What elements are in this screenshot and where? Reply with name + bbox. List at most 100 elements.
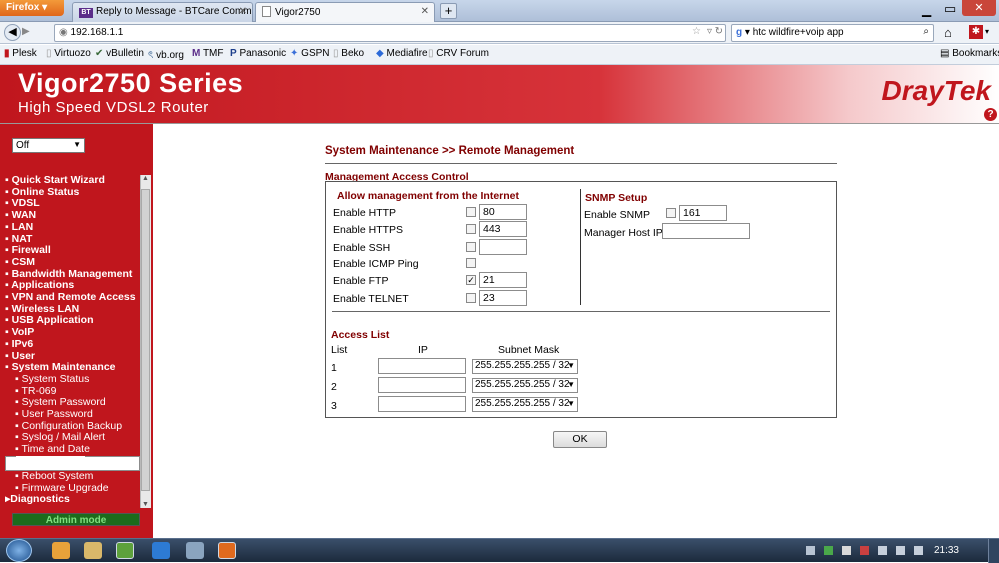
telnet-port-input[interactable]: 23 [479, 290, 527, 306]
mode-select-value: Off [16, 140, 30, 151]
firefox-menu-button[interactable]: Firefox ▾ [0, 0, 64, 16]
search-text: htc wildfire+voip app [752, 27, 844, 38]
maximize-button[interactable]: ▭ [944, 1, 956, 17]
enable-ssh-checkbox[interactable] [466, 242, 476, 252]
star-icon[interactable]: ☆ [692, 26, 701, 37]
bullet-icon: ▪ [5, 175, 12, 186]
subnet-mask-select[interactable]: 255.255.255.255 / 32 ▼ [472, 378, 578, 393]
bookmark-label: Panasonic [239, 48, 287, 59]
sidebar-scrollbar[interactable]: ▲ ▼ [140, 175, 151, 508]
sidebar-item-label: VDSL [11, 197, 40, 210]
bullet-icon: ▪ [5, 326, 12, 339]
access-ip-input[interactable] [378, 377, 466, 393]
bookmarks-menu[interactable]: ▤ Bookmarks [940, 48, 999, 59]
vborg-icon: ৎ [148, 50, 154, 61]
reload-icon[interactable]: ↻ [715, 26, 723, 37]
list-column-header: List [331, 344, 348, 356]
close-icon[interactable]: ✕ [239, 6, 247, 17]
ie-icon[interactable] [152, 542, 170, 559]
checkmark-icon: ✓ [467, 275, 475, 285]
bookmark-crvforum[interactable]: ▯ CRV Forum [428, 48, 489, 59]
sidebar-item-diagnostics[interactable]: ▸Diagnostics [5, 493, 140, 504]
tray-icon[interactable] [860, 546, 869, 555]
access-ip-input[interactable] [378, 358, 466, 374]
sidebar-item-time-and-date[interactable]: ▪ Time and Date [5, 443, 140, 456]
ok-button[interactable]: OK [553, 431, 607, 448]
subnet-mask-select[interactable]: 255.255.255.255 / 32 ▼ [472, 397, 578, 412]
enable-https-checkbox[interactable] [466, 224, 476, 234]
tray-icon[interactable] [806, 546, 815, 555]
tray-icon[interactable] [896, 546, 905, 555]
sidebar-item-management[interactable]: ▪ Management [5, 455, 140, 471]
subnet-mask-select[interactable]: 255.255.255.255 / 32 ▼ [472, 359, 578, 374]
folder-icon[interactable] [84, 542, 102, 559]
forward-button[interactable]: ▶ [22, 26, 30, 37]
snmp-port-input[interactable]: 161 [679, 205, 727, 221]
sidebar-item-label: VoIP [11, 326, 35, 339]
firefox-icon[interactable] [218, 542, 236, 559]
http-port-input[interactable]: 80 [479, 204, 527, 220]
tab-btcare[interactable]: BTReply to Message - BTCare Communi... ✕ [72, 2, 253, 22]
volume-icon[interactable] [914, 546, 923, 555]
access-ip-input[interactable] [378, 396, 466, 412]
enable-http-checkbox[interactable] [466, 207, 476, 217]
chrome-icon[interactable] [116, 542, 134, 559]
minimize-button[interactable]: ▁ [922, 3, 931, 17]
enable-ftp-checkbox[interactable]: ✓ [466, 275, 476, 285]
bullet-icon: ▪ [15, 419, 22, 432]
sidebar-menu: ▪ Quick Start Wizard ▪ Online Status ▪ VDS… [5, 175, 140, 504]
mode-select[interactable]: Off ▼ [12, 138, 85, 153]
sidebar-item-label: LAN [11, 220, 34, 233]
bookmark-plesk[interactable]: ▮ Plesk [4, 48, 37, 59]
bullet-icon: ▪ [5, 361, 12, 374]
bookmark-virtuozo[interactable]: ▯ Virtuozo [46, 48, 91, 59]
ssh-port-input[interactable] [479, 239, 527, 255]
tab-vigor[interactable]: Vigor2750 ✕ [255, 2, 435, 22]
bookmark-panasonic[interactable]: P Panasonic [230, 48, 286, 59]
new-tab-button[interactable]: + [440, 3, 457, 19]
sidebar-item-label: Bandwidth Management [11, 267, 133, 280]
back-button[interactable]: ◀ [4, 24, 21, 41]
enable-icmp-checkbox[interactable] [466, 258, 476, 268]
close-window-button[interactable]: ✕ [962, 0, 996, 16]
search-bar[interactable]: g ▾ htc wildfire+voip app ⌕ [731, 24, 934, 42]
mediafire-icon: ◆ [376, 48, 384, 59]
enable-telnet-checkbox[interactable] [466, 293, 476, 303]
search-icon[interactable]: ⌕ [923, 26, 929, 37]
help-icon[interactable]: ? [984, 108, 997, 121]
bookmark-vbulletin[interactable]: ✔ vBulletin [95, 48, 144, 59]
bookmark-vborg[interactable]: ৎ vb.org [148, 48, 184, 65]
bookmark-gspn[interactable]: ✦ GSPN [290, 48, 330, 59]
start-button[interactable] [6, 539, 32, 562]
tray-check-icon[interactable] [824, 546, 833, 555]
url-bar[interactable]: ◉ 192.168.1.1 ☆ ▿ ↻ [54, 24, 726, 42]
access-row-index: 2 [331, 381, 337, 393]
scroll-down-icon[interactable]: ▼ [142, 501, 149, 508]
tray-icon[interactable] [842, 546, 851, 555]
scroll-up-icon[interactable]: ▲ [142, 175, 149, 182]
folder-icon: ▯ [46, 48, 52, 59]
app-icon[interactable] [186, 542, 204, 559]
chevron-down-icon[interactable]: ▾ [985, 27, 989, 36]
bookmark-mediafire[interactable]: ◆ Mediafire [376, 48, 428, 59]
enable-https-label: Enable HTTPS [333, 224, 404, 236]
https-port-input[interactable]: 443 [479, 221, 527, 237]
ftp-port-input[interactable]: 21 [479, 272, 527, 288]
addon-icon[interactable]: ✱ [969, 25, 983, 39]
bookmark-beko[interactable]: ▯ Beko [333, 48, 364, 59]
enable-snmp-checkbox[interactable] [666, 208, 676, 218]
bullet-icon: ▪ [15, 431, 22, 444]
bookmark-label: Plesk [12, 48, 37, 59]
clock[interactable]: 21:33 [934, 545, 959, 556]
manager-host-input[interactable] [662, 223, 750, 239]
dropdown-icon[interactable]: ▿ [707, 26, 712, 37]
network-icon[interactable] [878, 546, 887, 555]
enable-icmp-label: Enable ICMP Ping [333, 258, 419, 270]
scroll-thumb[interactable] [141, 189, 150, 491]
close-icon[interactable]: ✕ [421, 6, 429, 17]
bookmark-tmf[interactable]: M TMF [192, 48, 224, 59]
show-desktop-button[interactable] [988, 539, 999, 563]
tab-label: Reply to Message - BTCare Communi... [96, 6, 252, 17]
home-icon[interactable]: ⌂ [944, 25, 952, 40]
media-player-icon[interactable] [52, 542, 70, 559]
